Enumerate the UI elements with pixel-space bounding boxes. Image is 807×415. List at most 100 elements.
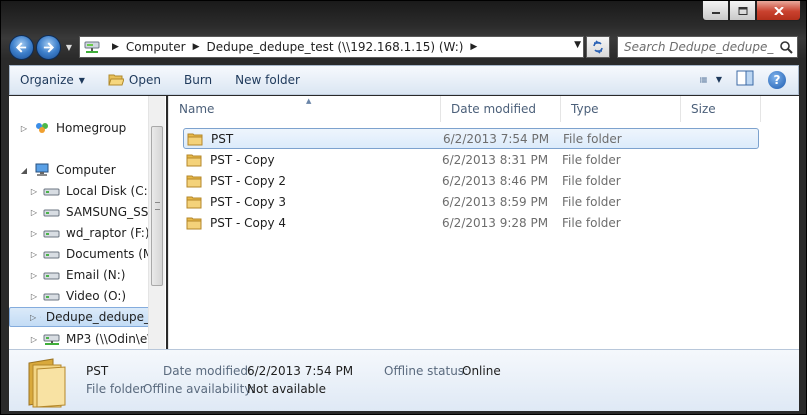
tree-item-drive[interactable]: ▷ SAMSUNG_SSD2 <box>9 202 165 222</box>
expand-arrow-icon[interactable]: ▷ <box>29 208 39 217</box>
breadcrumb-current-drive[interactable]: Dedupe_dedupe_test (\\192.168.1.15) (W:) <box>207 40 464 54</box>
expand-arrow-icon[interactable]: ▷ <box>29 292 39 301</box>
file-type: File folder <box>562 215 621 230</box>
expand-arrow-icon[interactable]: ▷ <box>30 313 36 322</box>
folder-icon <box>186 196 202 208</box>
file-row[interactable]: PST - Copy 4 6/2/2013 9:28 PM File folde… <box>183 212 759 233</box>
column-header-name[interactable]: Name <box>169 96 441 122</box>
chevron-down-icon[interactable]: ▼ <box>716 75 722 84</box>
open-button[interactable]: Open <box>108 73 161 87</box>
toolbar-right-group: ▼ ? <box>700 70 786 89</box>
hard-drive-icon <box>43 188 60 196</box>
file-row[interactable]: PST - Copy 6/2/2013 8:31 PM File folder <box>183 149 759 170</box>
file-type: File folder <box>562 194 621 209</box>
tree-item-drive[interactable]: ▷ Email (N:) <box>9 265 126 285</box>
column-header-size[interactable]: Size <box>681 96 761 122</box>
breadcrumb-separator-icon[interactable]: ▶ <box>470 42 477 52</box>
file-date: 6/2/2013 8:31 PM <box>442 152 549 167</box>
tree-item-drive[interactable]: ▷ wd_raptor (F:) <box>9 223 150 243</box>
tree-item-drive[interactable]: ▷ Documents (M:) <box>9 244 162 264</box>
hard-drive-icon <box>43 293 60 301</box>
burn-button[interactable]: Burn <box>184 73 212 87</box>
scroll-grip-icon <box>155 202 160 210</box>
column-date-label: Date modified <box>451 102 537 116</box>
file-type: File folder <box>562 152 621 167</box>
back-arrow-icon <box>15 41 27 53</box>
tree-item-homegroup[interactable]: ▷ Homegroup <box>9 118 126 138</box>
file-name: PST - Copy 3 <box>210 194 287 209</box>
column-header-date[interactable]: Date modified <box>441 96 561 122</box>
expand-arrow-icon[interactable]: ▷ <box>29 250 39 259</box>
tree-item-drive[interactable]: ▷ Video (O:) <box>9 286 126 306</box>
column-name-label: Name <box>179 102 215 116</box>
file-row[interactable]: PST - Copy 2 6/2/2013 8:46 PM File folde… <box>183 170 759 191</box>
details-date-label: Date modified: <box>163 364 253 378</box>
search-box[interactable] <box>617 36 798 58</box>
expand-arrow-icon[interactable]: ▷ <box>29 229 39 238</box>
tree-item-computer[interactable]: ◢ Computer <box>9 160 116 180</box>
tree-item-drive[interactable]: ▷ MP3 (\\Odin\e\lc <box>9 329 161 349</box>
close-icon <box>773 6 784 15</box>
folder-large-icon <box>28 358 66 408</box>
caption-buttons <box>702 1 801 22</box>
details-date-value: 6/2/2013 7:54 PM <box>247 364 354 378</box>
search-icon[interactable] <box>779 40 793 54</box>
network-drive-icon <box>43 334 60 345</box>
expand-arrow-icon[interactable]: ▷ <box>29 187 39 196</box>
back-button[interactable] <box>9 34 34 60</box>
preview-pane-button[interactable] <box>736 70 754 89</box>
organize-button[interactable]: Organize ▼ <box>20 73 85 87</box>
forward-button[interactable] <box>36 34 61 60</box>
file-name: PST <box>211 131 234 146</box>
breadcrumb-computer[interactable]: Computer <box>126 40 186 54</box>
forward-arrow-icon <box>43 41 55 53</box>
refresh-button[interactable] <box>586 36 610 58</box>
organize-label: Organize <box>20 73 74 87</box>
address-bar[interactable]: ▶ Computer ▶ Dedupe_dedupe_test (\\192.1… <box>79 36 584 58</box>
breadcrumb-separator-icon[interactable]: ▶ <box>193 42 200 52</box>
new-folder-button[interactable]: New folder <box>235 73 300 87</box>
file-row-selected[interactable]: PST 6/2/2013 7:54 PM File folder <box>183 128 759 149</box>
expand-arrow-icon[interactable]: ▷ <box>29 271 39 280</box>
minimize-button[interactable] <box>702 1 729 21</box>
recent-pages-dropdown[interactable]: ▼ <box>63 35 75 59</box>
maximize-button[interactable] <box>729 1 756 21</box>
breadcrumb-separator-icon[interactable]: ▶ <box>112 42 119 52</box>
details-offline-status-value: Online <box>462 364 501 378</box>
tree-item-drive-selected[interactable]: ▷ Dedupe_dedupe_ <box>9 307 151 327</box>
folder-icon <box>186 154 202 166</box>
change-view-button[interactable]: ▼ <box>700 71 722 89</box>
tree-item-drive[interactable]: ▷ Local Disk (C:) <box>9 181 152 201</box>
open-folder-icon <box>108 74 124 86</box>
details-offline-availability-value: Not available <box>247 382 327 396</box>
scrollbar-thumb[interactable] <box>151 126 163 286</box>
file-date: 6/2/2013 8:46 PM <box>442 173 549 188</box>
network-drive-icon <box>40 316 41 318</box>
file-name: PST - Copy 2 <box>210 173 287 188</box>
maximize-icon <box>738 6 747 15</box>
address-dropdown-icon[interactable]: ▼ <box>574 40 581 50</box>
collapse-arrow-icon[interactable]: ◢ <box>19 166 29 175</box>
help-icon[interactable]: ? <box>768 70 786 89</box>
close-button[interactable] <box>756 1 801 21</box>
expand-arrow-icon[interactable]: ▷ <box>29 335 39 344</box>
file-list-pane: Name Date modified Type Size ▲ PST 6/2/2… <box>168 96 799 349</box>
file-row[interactable]: PST - Copy 3 6/2/2013 8:59 PM File folde… <box>183 191 759 212</box>
search-input[interactable] <box>624 40 774 54</box>
folder-icon <box>186 217 202 229</box>
expand-arrow-icon[interactable]: ▷ <box>19 124 29 133</box>
file-name: PST - Copy <box>210 152 275 167</box>
homegroup-icon <box>36 123 48 133</box>
file-date: 6/2/2013 8:59 PM <box>442 194 549 209</box>
network-drive-icon <box>84 41 100 53</box>
column-type-label: Type <box>571 102 599 116</box>
new-folder-label: New folder <box>235 73 300 87</box>
file-date: 6/2/2013 7:54 PM <box>443 131 550 146</box>
details-type: File folder <box>86 382 145 396</box>
column-header-type[interactable]: Type <box>561 96 681 122</box>
navigation-scrollbar[interactable] <box>148 96 165 349</box>
tree-label-drive: Dedupe_dedupe_ <box>45 310 150 324</box>
explorer-window: ▼ ▶ Computer ▶ Dedupe_dedupe_test (\\192… <box>0 0 807 415</box>
hard-drive-icon <box>43 251 60 259</box>
file-type: File folder <box>563 131 622 146</box>
